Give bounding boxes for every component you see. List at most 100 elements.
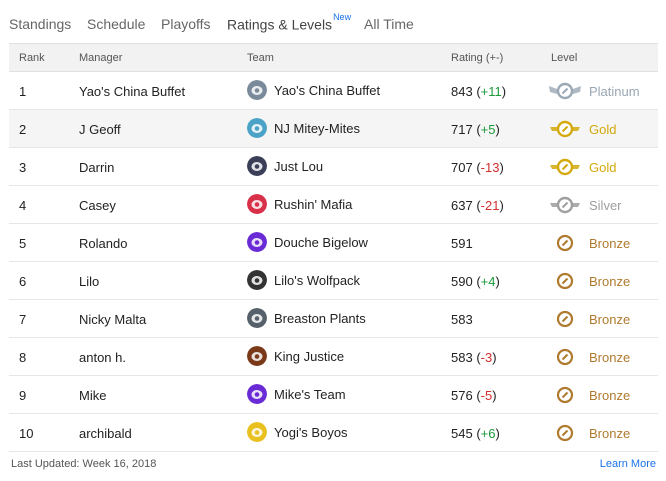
rank-cell: 8 bbox=[19, 350, 27, 365]
rating-value: 583 bbox=[451, 350, 473, 365]
bronze-icon bbox=[547, 422, 583, 444]
header-rating: Rating (+-) bbox=[451, 52, 504, 64]
team-cell[interactable]: Yao's China Buffet bbox=[247, 80, 380, 100]
manager-cell[interactable]: Darrin bbox=[79, 160, 114, 175]
rating-change: -3 bbox=[480, 350, 493, 365]
tab-label: Schedule bbox=[87, 16, 146, 32]
platinum-icon bbox=[547, 80, 583, 102]
team-cell[interactable]: Yogi's Boyos bbox=[247, 422, 348, 442]
team-logo-icon bbox=[247, 194, 267, 214]
level-label: Bronze bbox=[589, 425, 631, 441]
manager-cell[interactable]: Casey bbox=[79, 198, 116, 213]
rating-value: 591 bbox=[451, 236, 473, 251]
rating-value: 583 bbox=[451, 312, 473, 327]
rating-cell: 591 bbox=[451, 236, 473, 251]
last-updated: Last Updated: Week 16, 2018 bbox=[11, 458, 157, 470]
level-label: Bronze bbox=[589, 235, 631, 251]
manager-cell[interactable]: Lilo bbox=[79, 274, 99, 289]
level-cell: Bronze bbox=[547, 346, 630, 368]
tab-ratings-levels[interactable]: Ratings & LevelsNew bbox=[227, 12, 351, 33]
level-cell: Gold bbox=[547, 156, 616, 178]
level-cell: Bronze bbox=[547, 270, 630, 292]
header-level: Level bbox=[551, 52, 578, 64]
team-logo-icon bbox=[247, 80, 267, 100]
table-row: 6 Lilo Lilo's Wolfpack 590 (+4) Bronze bbox=[9, 262, 658, 300]
level-label: Bronze bbox=[589, 311, 631, 327]
gold-icon bbox=[547, 156, 583, 178]
bronze-icon bbox=[547, 384, 583, 406]
table-row: 5 Rolando Douche Bigelow 591 Bronze bbox=[9, 224, 658, 262]
level-label: Gold bbox=[589, 159, 617, 175]
manager-cell[interactable]: archibald bbox=[79, 426, 132, 441]
team-cell[interactable]: Douche Bigelow bbox=[247, 232, 368, 252]
rank-cell: 2 bbox=[19, 122, 27, 137]
team-name: Lilo's Wolfpack bbox=[274, 272, 361, 288]
team-name: Mike's Team bbox=[274, 386, 346, 402]
rank-cell: 6 bbox=[19, 274, 27, 289]
rank-cell: 10 bbox=[19, 426, 34, 441]
team-cell[interactable]: Rushin' Mafia bbox=[247, 194, 352, 214]
table-row: 7 Nicky Malta Breaston Plants 583 Bronze bbox=[9, 300, 658, 338]
tab-standings[interactable]: Standings bbox=[9, 16, 71, 32]
team-logo-icon bbox=[247, 346, 267, 366]
header-team: Team bbox=[247, 52, 274, 64]
team-cell[interactable]: Just Lou bbox=[247, 156, 323, 176]
team-logo-icon bbox=[247, 270, 267, 290]
new-badge: New bbox=[333, 12, 352, 22]
team-logo-icon bbox=[247, 422, 267, 442]
rating-value: 590 bbox=[451, 274, 473, 289]
team-name: Yao's China Buffet bbox=[274, 82, 381, 98]
level-cell: Platinum bbox=[547, 80, 640, 102]
manager-cell[interactable]: Yao's China Buffet bbox=[79, 84, 185, 99]
team-cell[interactable]: Breaston Plants bbox=[247, 308, 366, 328]
table-body: 1 Yao's China Buffet Yao's China Buffet … bbox=[9, 72, 658, 452]
rating-value: 637 bbox=[451, 198, 473, 213]
tab-schedule[interactable]: Schedule bbox=[87, 16, 145, 32]
rating-change: -5 bbox=[480, 388, 493, 403]
ratings-table: Rank Manager Team Rating (+-) Level 1 Ya… bbox=[9, 43, 658, 452]
level-cell: Bronze bbox=[547, 308, 630, 330]
bronze-icon bbox=[547, 270, 583, 292]
manager-cell[interactable]: Nicky Malta bbox=[79, 312, 146, 327]
manager-cell[interactable]: Rolando bbox=[79, 236, 127, 251]
rating-cell: 707 (-13) bbox=[451, 160, 504, 175]
manager-cell[interactable]: anton h. bbox=[79, 350, 126, 365]
level-cell: Bronze bbox=[547, 232, 630, 254]
table-row: 3 Darrin Just Lou 707 (-13) Gold bbox=[9, 148, 658, 186]
team-logo-icon bbox=[247, 118, 267, 138]
team-cell[interactable]: NJ Mitey-Mites bbox=[247, 118, 360, 138]
table-row: 2 J Geoff NJ Mitey-Mites 717 (+5) Gold bbox=[9, 110, 658, 148]
table-row: 8 anton h. King Justice 583 (-3) Bronze bbox=[9, 338, 658, 376]
manager-cell[interactable]: J Geoff bbox=[79, 122, 121, 137]
rating-cell: 590 (+4) bbox=[451, 274, 500, 289]
bronze-icon bbox=[547, 346, 583, 368]
level-cell: Gold bbox=[547, 118, 616, 140]
team-cell[interactable]: King Justice bbox=[247, 346, 344, 366]
rank-cell: 7 bbox=[19, 312, 27, 327]
rating-change: +4 bbox=[480, 274, 496, 289]
tab-label: Ratings & Levels bbox=[227, 16, 333, 33]
team-cell[interactable]: Lilo's Wolfpack bbox=[247, 270, 360, 290]
bronze-icon bbox=[547, 308, 583, 330]
gold-icon bbox=[547, 118, 583, 140]
team-name: Douche Bigelow bbox=[274, 234, 368, 250]
team-name: Breaston Plants bbox=[274, 310, 366, 326]
rating-value: 576 bbox=[451, 388, 473, 403]
rating-cell: 576 (-5) bbox=[451, 388, 497, 403]
team-cell[interactable]: Mike's Team bbox=[247, 384, 346, 404]
tab-playoffs[interactable]: Playoffs bbox=[161, 16, 211, 32]
silver-icon bbox=[547, 194, 583, 216]
table-row: 4 Casey Rushin' Mafia 637 (-21) Silver bbox=[9, 186, 658, 224]
table-row: 1 Yao's China Buffet Yao's China Buffet … bbox=[9, 72, 658, 110]
header-rank: Rank bbox=[19, 52, 45, 64]
rank-cell: 9 bbox=[19, 388, 27, 403]
tab-all-time[interactable]: All Time bbox=[364, 16, 414, 32]
team-logo-icon bbox=[247, 232, 267, 252]
level-cell: Silver bbox=[547, 194, 622, 216]
level-cell: Bronze bbox=[547, 422, 630, 444]
learn-more-link[interactable]: Learn More bbox=[600, 458, 656, 470]
rating-cell: 545 (+6) bbox=[451, 426, 500, 441]
tab-label: Playoffs bbox=[161, 16, 211, 32]
manager-cell[interactable]: Mike bbox=[79, 388, 106, 403]
level-label: Bronze bbox=[589, 273, 631, 289]
